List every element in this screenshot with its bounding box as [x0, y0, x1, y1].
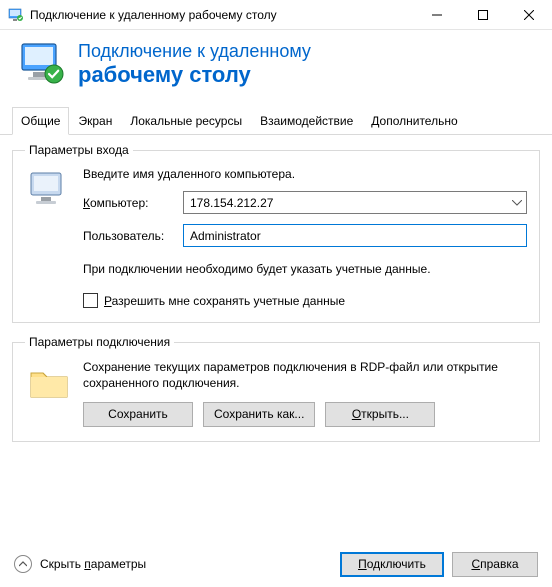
hide-options-label: Скрыть параметры [40, 557, 146, 571]
remember-row[interactable]: Разрешить мне сохранять учетные данные [83, 293, 527, 308]
hide-options-button[interactable]: Скрыть параметры [14, 555, 146, 573]
tab-advanced[interactable]: Дополнительно [362, 107, 466, 135]
footer: Скрыть параметры Подключить Справка [0, 541, 552, 587]
remember-label: Разрешить мне сохранять учетные данные [104, 294, 345, 308]
login-legend: Параметры входа [25, 143, 133, 157]
connection-legend: Параметры подключения [25, 335, 174, 349]
titlebar: Подключение к удаленному рабочему столу [0, 0, 552, 30]
minimize-button[interactable] [414, 0, 460, 30]
maximize-button[interactable] [460, 0, 506, 30]
user-label: Пользователь: [83, 229, 183, 243]
user-input[interactable] [183, 224, 527, 247]
app-icon [8, 7, 24, 23]
save-as-button[interactable]: Сохранить как... [203, 402, 315, 427]
banner-line1: Подключение к удаленному [78, 41, 311, 62]
close-button[interactable] [506, 0, 552, 30]
tab-display[interactable]: Экран [69, 107, 121, 135]
remember-checkbox[interactable] [83, 293, 98, 308]
connection-desc: Сохранение текущих параметров подключени… [83, 359, 527, 391]
connect-button[interactable]: Подключить [340, 552, 444, 577]
credentials-hint: При подключении необходимо будет указать… [83, 261, 527, 277]
banner: Подключение к удаленному рабочему столу [0, 30, 552, 100]
tabs: Общие Экран Локальные ресурсы Взаимодейс… [0, 106, 552, 135]
folder-icon [25, 359, 73, 407]
tab-content: Параметры входа Введите имя удаленного к… [0, 135, 552, 458]
save-button[interactable]: Сохранить [83, 402, 193, 427]
connection-group: Параметры подключения Сохранение текущих… [12, 335, 540, 441]
window-title: Подключение к удаленному рабочему столу [30, 8, 414, 22]
tab-general[interactable]: Общие [12, 107, 69, 135]
login-prompt: Введите имя удаленного компьютера. [83, 167, 527, 181]
chevron-down-icon[interactable] [508, 192, 526, 213]
tab-local-resources[interactable]: Локальные ресурсы [121, 107, 251, 135]
banner-text: Подключение к удаленному рабочему столу [78, 41, 311, 88]
tab-experience[interactable]: Взаимодействие [251, 107, 362, 135]
login-group: Параметры входа Введите имя удаленного к… [12, 143, 540, 323]
help-button[interactable]: Справка [452, 552, 538, 577]
banner-line2: рабочему столу [78, 62, 311, 88]
rdp-icon [18, 40, 66, 88]
computer-icon [25, 167, 73, 215]
open-button[interactable]: Открыть... [325, 402, 435, 427]
chevron-up-icon [14, 555, 32, 573]
computer-input[interactable] [184, 192, 508, 213]
computer-label: Компьютер: [83, 196, 183, 210]
computer-combo[interactable] [183, 191, 527, 214]
